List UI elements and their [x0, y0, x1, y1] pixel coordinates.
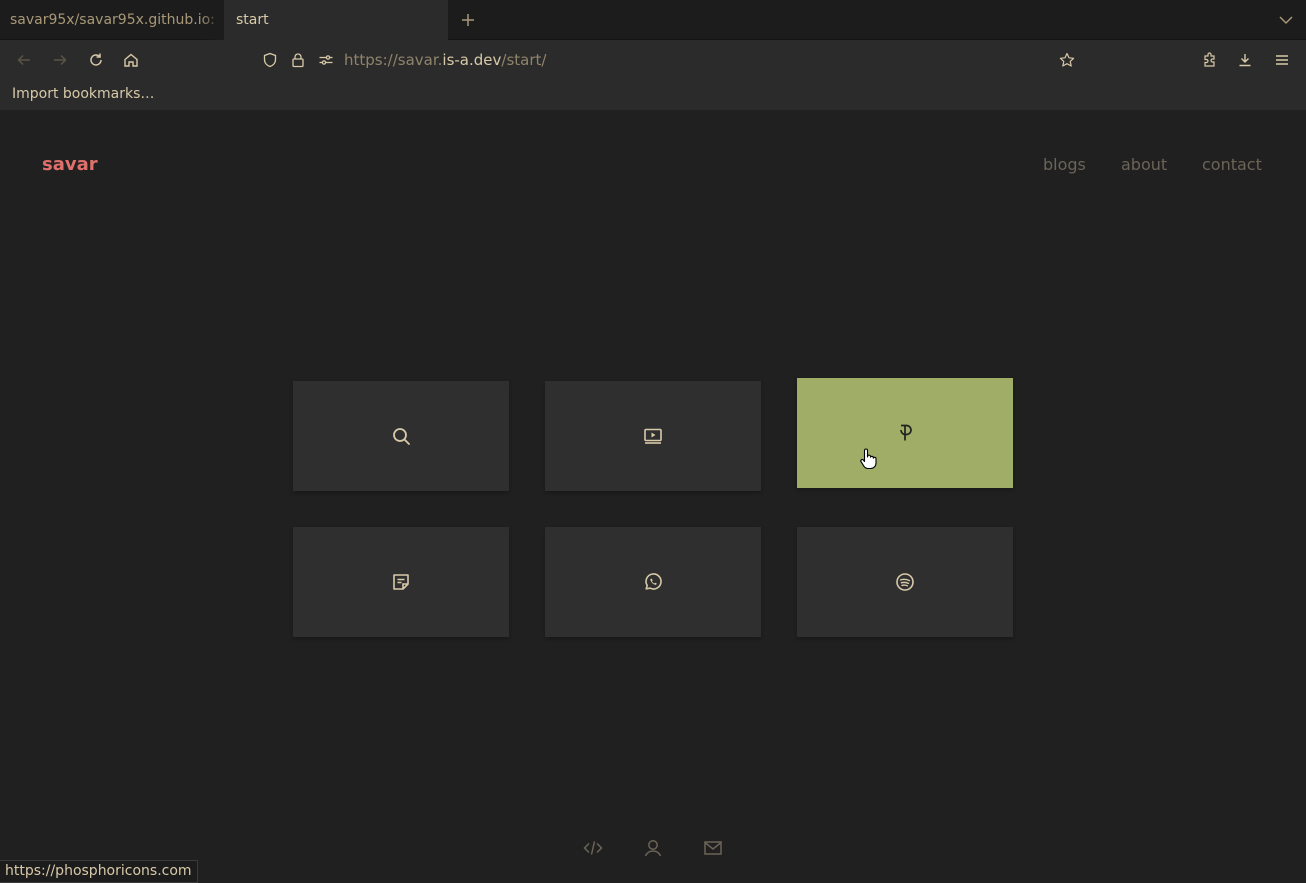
video-icon — [644, 428, 662, 444]
nav-link-blogs[interactable]: blogs — [1043, 155, 1086, 174]
url-bar[interactable]: https://savar.is-a.dev/start/ — [344, 40, 546, 80]
hand-cursor-icon — [860, 448, 877, 470]
chevron-down-icon[interactable] — [1274, 8, 1298, 32]
url-prefix: https://savar. — [344, 51, 443, 69]
bookmarks-toolbar: Import bookmarks… — [0, 80, 1306, 110]
tile-whatsapp[interactable] — [545, 527, 761, 637]
reload-icon[interactable] — [84, 48, 108, 72]
url-path: /start/ — [501, 51, 547, 69]
nav-link-about[interactable]: about — [1121, 155, 1167, 174]
tab-github[interactable]: savar95x/savar95x.github.io: — [0, 0, 224, 40]
shield-icon[interactable] — [258, 48, 282, 72]
forward-icon[interactable] — [48, 48, 72, 72]
phosphor-logo-icon — [900, 424, 912, 441]
home-icon[interactable] — [119, 48, 143, 72]
whatsapp-icon — [645, 573, 662, 590]
site-logo[interactable]: savar — [42, 154, 98, 175]
code-icon[interactable] — [582, 837, 604, 859]
tab-title: start — [236, 12, 269, 28]
page-content: savar blogs about contact — [0, 110, 1306, 883]
search-icon — [393, 428, 410, 445]
lock-icon[interactable] — [286, 48, 310, 72]
status-url: https://phosphoricons.com — [0, 860, 198, 883]
tile-search[interactable] — [293, 381, 509, 491]
star-icon[interactable] — [1055, 48, 1079, 72]
menu-icon[interactable] — [1270, 48, 1294, 72]
nav-link-contact[interactable]: contact — [1202, 155, 1262, 174]
plus-icon[interactable] — [456, 8, 480, 32]
tile-video[interactable] — [545, 381, 761, 491]
tile-spotify[interactable] — [797, 527, 1013, 637]
extensions-icon[interactable] — [1198, 48, 1222, 72]
tab-bar: savar95x/savar95x.github.io: start — [0, 0, 1306, 40]
navigation-toolbar: https://savar.is-a.dev/start/ — [0, 40, 1306, 80]
note-icon — [393, 574, 409, 590]
import-bookmarks-link[interactable]: Import bookmarks… — [12, 86, 154, 102]
permissions-icon[interactable] — [314, 48, 338, 72]
tile-phosphor[interactable] — [797, 378, 1013, 488]
mail-icon[interactable] — [702, 837, 724, 859]
spotify-icon — [896, 573, 914, 591]
tab-start[interactable]: start — [224, 0, 448, 40]
back-icon[interactable] — [12, 48, 36, 72]
user-icon[interactable] — [642, 837, 664, 859]
tile-notes[interactable] — [293, 527, 509, 637]
url-host: is-a.dev — [442, 51, 502, 69]
download-icon[interactable] — [1233, 48, 1257, 72]
tab-title: savar95x/savar95x.github.io: — [10, 12, 215, 28]
